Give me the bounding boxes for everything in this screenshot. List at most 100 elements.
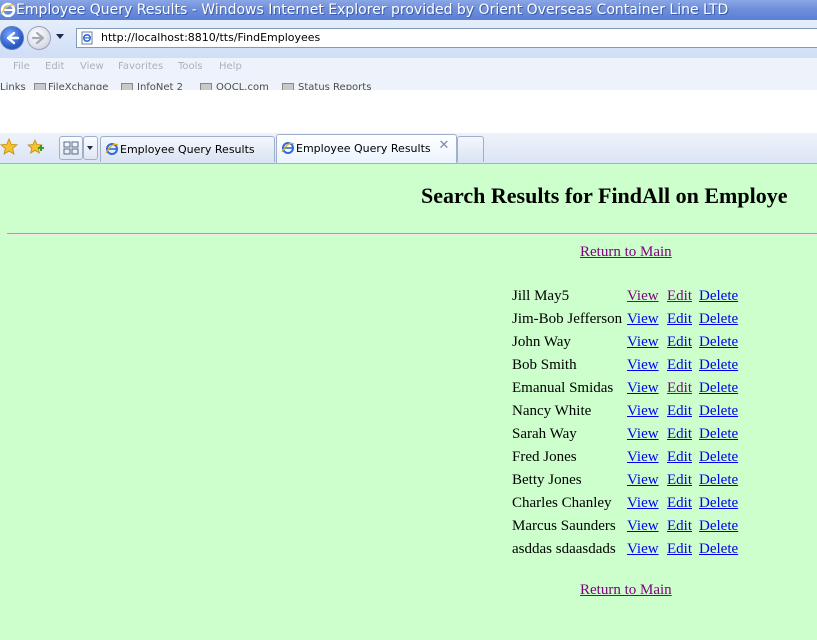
edit-link[interactable]: Edit bbox=[667, 426, 692, 443]
menu-view[interactable]: View bbox=[80, 61, 104, 72]
view-link[interactable]: View bbox=[627, 541, 659, 558]
new-tab-button[interactable] bbox=[457, 136, 484, 162]
link-infonet[interactable]: InfoNet 2 bbox=[137, 82, 183, 90]
delete-link[interactable]: Delete bbox=[699, 403, 738, 420]
return-to-main-link[interactable]: Return to Main bbox=[580, 244, 672, 261]
link-page-icon bbox=[34, 83, 46, 90]
delete-link[interactable]: Delete bbox=[699, 472, 738, 489]
menu-help[interactable]: Help bbox=[219, 61, 242, 72]
view-link[interactable]: View bbox=[627, 518, 659, 535]
forward-arrow-icon bbox=[31, 31, 45, 45]
return-to-main-link-bottom[interactable]: Return to Main bbox=[580, 582, 672, 599]
tab-label: Employee Query Results bbox=[120, 143, 255, 156]
tab-employee-query-results-2[interactable]: Employee Query Results ✕ bbox=[276, 134, 457, 163]
view-link[interactable]: View bbox=[627, 449, 659, 466]
employee-name: Charles Chanley bbox=[512, 495, 612, 511]
employee-name: Jill May5 bbox=[512, 288, 570, 304]
table-row: Marcus Saunders View Edit Delete bbox=[512, 516, 752, 539]
delete-link[interactable]: Delete bbox=[699, 288, 738, 305]
edit-link[interactable]: Edit bbox=[667, 495, 692, 512]
employee-name: Bob Smith bbox=[512, 357, 577, 373]
link-oocl[interactable]: OOCL.com bbox=[216, 82, 269, 90]
delete-link[interactable]: Delete bbox=[699, 426, 738, 443]
edit-link[interactable]: Edit bbox=[667, 449, 692, 466]
edit-link[interactable]: Edit bbox=[667, 380, 692, 397]
edit-link[interactable]: Edit bbox=[667, 311, 692, 328]
back-arrow-icon bbox=[6, 31, 20, 45]
table-row: Jill May5 View Edit Delete bbox=[512, 286, 752, 309]
tab-employee-query-results-1[interactable]: Employee Query Results bbox=[100, 136, 275, 162]
menu-edit[interactable]: Edit bbox=[45, 61, 64, 72]
menu-bar: File Edit View Favorites Tools Help bbox=[0, 58, 817, 78]
employee-name: Fred Jones bbox=[512, 449, 577, 465]
link-page-icon bbox=[282, 83, 294, 90]
view-link[interactable]: View bbox=[627, 403, 659, 420]
edit-link[interactable]: Edit bbox=[667, 472, 692, 489]
page-title: Search Results for FindAll on Employe bbox=[421, 183, 788, 208]
delete-link[interactable]: Delete bbox=[699, 311, 738, 328]
table-row: Fred Jones View Edit Delete bbox=[512, 447, 752, 470]
delete-link[interactable]: Delete bbox=[699, 380, 738, 397]
view-link[interactable]: View bbox=[627, 495, 659, 512]
delete-link[interactable]: Delete bbox=[699, 495, 738, 512]
recent-pages-dropdown[interactable] bbox=[56, 34, 64, 39]
edit-link[interactable]: Edit bbox=[667, 334, 692, 351]
ie-page-icon bbox=[105, 143, 119, 155]
menu-tools[interactable]: Tools bbox=[178, 61, 203, 72]
link-filexchange[interactable]: FileXchange bbox=[48, 82, 108, 90]
address-url[interactable]: http://localhost:8810/tts/FindEmployees bbox=[101, 29, 320, 47]
table-row: Jim-Bob Jefferson View Edit Delete bbox=[512, 309, 752, 332]
link-status-reports[interactable]: Status Reports bbox=[298, 82, 371, 90]
forward-button[interactable] bbox=[27, 26, 51, 50]
tab-list-dropdown[interactable] bbox=[83, 136, 98, 160]
add-favorite-icon[interactable] bbox=[27, 138, 45, 156]
table-row: Sarah Way View Edit Delete bbox=[512, 424, 752, 447]
toolbar-blank-area bbox=[0, 90, 817, 133]
links-label: Links bbox=[0, 82, 26, 90]
ie-page-icon bbox=[281, 142, 295, 154]
view-link[interactable]: View bbox=[627, 357, 659, 374]
favorites-star-icon[interactable] bbox=[0, 138, 18, 156]
table-row: asddas sdaasdads View Edit Delete bbox=[512, 539, 752, 562]
table-row: John Way View Edit Delete bbox=[512, 332, 752, 355]
edit-link[interactable]: Edit bbox=[667, 541, 692, 558]
view-link[interactable]: View bbox=[627, 426, 659, 443]
table-row: Betty Jones View Edit Delete bbox=[512, 470, 752, 493]
edit-link[interactable]: Edit bbox=[667, 403, 692, 420]
delete-link[interactable]: Delete bbox=[699, 518, 738, 535]
employee-name: Emanual Smidas bbox=[512, 380, 614, 396]
view-link[interactable]: View bbox=[627, 472, 659, 489]
table-row: Bob Smith View Edit Delete bbox=[512, 355, 752, 378]
delete-link[interactable]: Delete bbox=[699, 357, 738, 374]
page-content: Search Results for FindAll on Employe Re… bbox=[0, 164, 817, 640]
table-row: Emanual Smidas View Edit Delete bbox=[512, 378, 752, 401]
employee-name: John Way bbox=[512, 334, 571, 350]
menu-favorites[interactable]: Favorites bbox=[118, 61, 163, 72]
employee-name: Betty Jones bbox=[512, 472, 582, 488]
divider bbox=[7, 233, 817, 235]
delete-link[interactable]: Delete bbox=[699, 449, 738, 466]
tab-bar: Employee Query Results Employee Query Re… bbox=[0, 133, 817, 164]
delete-link[interactable]: Delete bbox=[699, 541, 738, 558]
view-link[interactable]: View bbox=[627, 334, 659, 351]
back-button[interactable] bbox=[0, 26, 24, 50]
edit-link[interactable]: Edit bbox=[667, 357, 692, 374]
quick-tabs-icon bbox=[63, 141, 79, 155]
page-icon bbox=[81, 31, 93, 45]
delete-link[interactable]: Delete bbox=[699, 334, 738, 351]
edit-link[interactable]: Edit bbox=[667, 288, 692, 305]
view-link[interactable]: View bbox=[627, 311, 659, 328]
ie-logo-icon bbox=[0, 2, 16, 18]
employee-name: Sarah Way bbox=[512, 426, 577, 442]
close-icon[interactable]: ✕ bbox=[438, 139, 450, 152]
view-link[interactable]: View bbox=[627, 380, 659, 397]
view-link[interactable]: View bbox=[627, 288, 659, 305]
menu-file[interactable]: File bbox=[13, 61, 30, 72]
edit-link[interactable]: Edit bbox=[667, 518, 692, 535]
quick-tabs-button[interactable] bbox=[59, 136, 83, 160]
address-bar[interactable]: http://localhost:8810/tts/FindEmployees bbox=[76, 28, 817, 48]
link-page-icon bbox=[121, 83, 133, 90]
table-row: Charles Chanley View Edit Delete bbox=[512, 493, 752, 516]
employee-list: Jill May5 View Edit Delete Jim-Bob Jeffe… bbox=[512, 286, 752, 562]
links-bar: Links FileXchange InfoNet 2 OOCL.com Sta… bbox=[0, 78, 817, 90]
